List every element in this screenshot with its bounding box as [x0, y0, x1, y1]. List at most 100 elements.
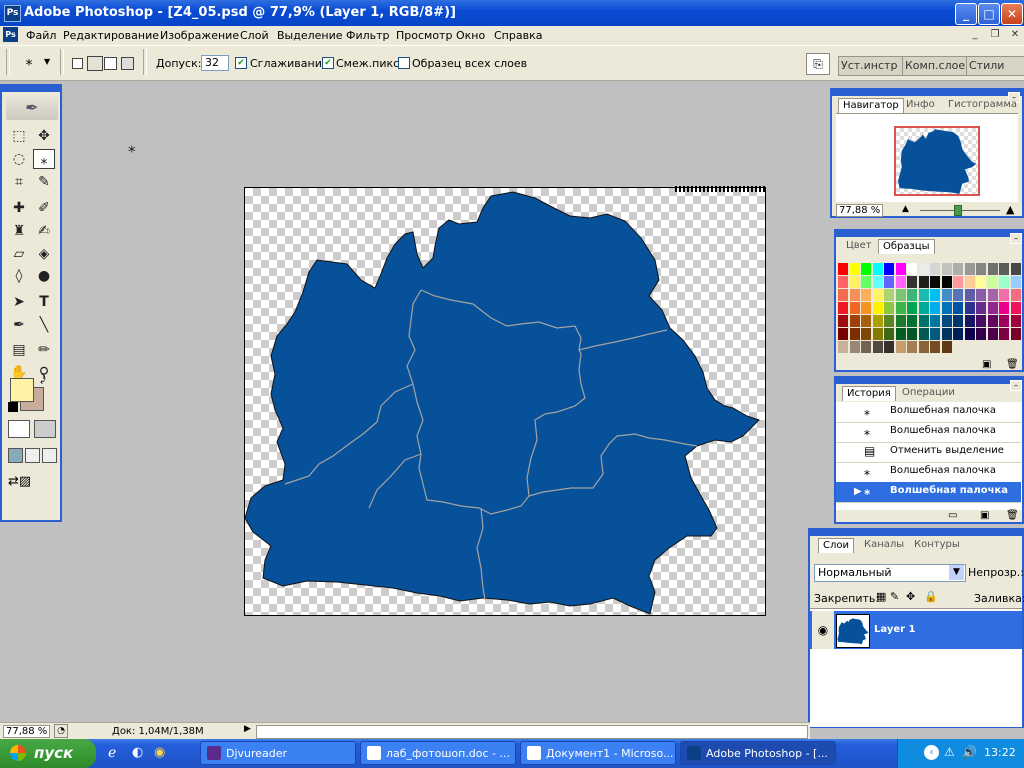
- color-swatch[interactable]: [1010, 341, 1021, 353]
- color-swatch[interactable]: [907, 276, 917, 288]
- lock-position-icon[interactable]: ✥: [906, 590, 915, 603]
- color-swatch[interactable]: [964, 328, 975, 340]
- menu-image[interactable]: Изображение: [160, 29, 239, 42]
- lock-image-icon[interactable]: ✎: [890, 590, 899, 603]
- tab-paths[interactable]: Контуры: [910, 538, 964, 552]
- color-swatch[interactable]: [987, 276, 998, 288]
- sample-all-layers-checkbox[interactable]: [398, 57, 410, 69]
- toolbox-grip[interactable]: [2, 86, 60, 92]
- color-swatch[interactable]: [849, 341, 860, 353]
- feather-logo-icon[interactable]: ✒: [6, 96, 58, 120]
- taskbar-item-djvureader[interactable]: Djvureader: [200, 741, 356, 765]
- color-swatch[interactable]: [999, 302, 1009, 314]
- color-swatch[interactable]: [941, 289, 952, 301]
- color-swatch[interactable]: [930, 302, 940, 314]
- tab-layer-comps[interactable]: Комп.слое: [902, 56, 970, 76]
- history-item[interactable]: ⁎ Волшебная палочка: [836, 422, 1021, 443]
- color-swatch[interactable]: [964, 276, 975, 288]
- color-swatch[interactable]: [895, 289, 906, 301]
- start-button[interactable]: пуск: [0, 739, 96, 768]
- path-select-icon[interactable]: ➤: [8, 292, 30, 312]
- color-swatch[interactable]: [953, 289, 963, 301]
- brush-tool-icon[interactable]: ✐: [33, 198, 55, 218]
- tab-layers[interactable]: Слои: [818, 538, 854, 553]
- pen-tool-icon[interactable]: ✒: [8, 315, 30, 335]
- history-item[interactable]: ⁎ Волшебная палочка: [836, 462, 1021, 483]
- healing-brush-icon[interactable]: ✚: [8, 198, 30, 218]
- color-swatch[interactable]: [953, 276, 963, 288]
- history-item[interactable]: ⁎ Волшебная палочка: [836, 402, 1021, 423]
- color-swatch[interactable]: [907, 341, 917, 353]
- color-swatch[interactable]: [872, 315, 883, 327]
- color-swatch[interactable]: [838, 302, 848, 314]
- lasso-tool-icon[interactable]: ◌: [8, 149, 30, 169]
- color-swatch[interactable]: [872, 289, 883, 301]
- add-to-selection-icon[interactable]: [87, 56, 103, 71]
- color-swatch[interactable]: [872, 328, 883, 340]
- color-swatch[interactable]: [953, 328, 963, 340]
- color-swatch[interactable]: [999, 276, 1009, 288]
- crop-tool-icon[interactable]: ⌗: [8, 172, 30, 192]
- tray-expand-icon[interactable]: ‹: [924, 745, 939, 760]
- marquee-tool-icon[interactable]: ⬚: [8, 126, 30, 146]
- snapshot-icon[interactable]: ▣: [980, 510, 989, 521]
- panel-grip[interactable]: [832, 90, 1022, 96]
- color-swatch[interactable]: [861, 263, 871, 275]
- color-swatch[interactable]: [895, 328, 906, 340]
- color-swatch[interactable]: [976, 289, 986, 301]
- color-swatch[interactable]: [895, 302, 906, 314]
- color-swatch[interactable]: [838, 263, 848, 275]
- color-swatch[interactable]: [849, 276, 860, 288]
- clock[interactable]: 13:22: [984, 746, 1016, 759]
- color-swatch[interactable]: [918, 263, 929, 275]
- color-swatch[interactable]: [999, 289, 1009, 301]
- color-swatch[interactable]: [918, 302, 929, 314]
- color-swatch[interactable]: [861, 276, 871, 288]
- color-swatch[interactable]: [861, 341, 871, 353]
- color-swatch[interactable]: [987, 341, 998, 353]
- color-swatch[interactable]: [999, 315, 1009, 327]
- new-swatch-icon[interactable]: ▣: [982, 359, 991, 370]
- color-swatch[interactable]: [849, 263, 860, 275]
- color-swatch[interactable]: [838, 328, 848, 340]
- tab-actions[interactable]: Операции: [898, 386, 959, 400]
- tab-histogram[interactable]: Гистограмма: [944, 98, 1021, 112]
- color-swatch[interactable]: [918, 341, 929, 353]
- color-swatch[interactable]: [861, 289, 871, 301]
- tab-color[interactable]: Цвет: [842, 239, 876, 253]
- screen-mode-full-icon[interactable]: [42, 448, 57, 463]
- tab-swatches[interactable]: Образцы: [878, 239, 935, 254]
- taskbar-item-word-doc2[interactable]: Документ1 - Microso...: [520, 741, 676, 765]
- eraser-tool-icon[interactable]: ▱: [8, 244, 30, 264]
- quick-mask-icon[interactable]: [34, 420, 56, 438]
- menu-filter[interactable]: Фильтр: [346, 29, 390, 42]
- tab-navigator[interactable]: Навигатор: [838, 98, 904, 113]
- color-swatch[interactable]: [907, 263, 917, 275]
- menu-window[interactable]: Окно: [456, 29, 485, 42]
- color-swatch[interactable]: [884, 289, 894, 301]
- color-swatch[interactable]: [838, 315, 848, 327]
- screen-mode-full-menu-icon[interactable]: [25, 448, 40, 463]
- intersect-selection-icon[interactable]: [121, 57, 134, 70]
- color-swatch[interactable]: [918, 289, 929, 301]
- history-brush-icon[interactable]: ✍: [33, 221, 55, 241]
- status-arrow-icon[interactable]: ▶: [244, 724, 254, 737]
- menu-file[interactable]: Файл: [26, 29, 56, 42]
- zoom-out-icon[interactable]: ▲: [902, 204, 909, 214]
- color-swatch[interactable]: [941, 276, 952, 288]
- color-swatch[interactable]: [930, 328, 940, 340]
- panel-grip[interactable]: [810, 530, 1022, 536]
- default-colors-icon[interactable]: [8, 402, 18, 412]
- color-swatch[interactable]: [884, 341, 894, 353]
- document-canvas[interactable]: [244, 186, 766, 616]
- color-swatch[interactable]: [964, 302, 975, 314]
- menu-view[interactable]: Просмотр: [396, 29, 452, 42]
- new-selection-icon[interactable]: [72, 58, 83, 69]
- color-swatch[interactable]: [930, 289, 940, 301]
- color-swatch[interactable]: [918, 328, 929, 340]
- color-swatch[interactable]: [849, 289, 860, 301]
- color-swatch[interactable]: [941, 341, 952, 353]
- color-swatch[interactable]: [964, 341, 975, 353]
- color-swatch[interactable]: [941, 263, 952, 275]
- zoom-slider-thumb[interactable]: [954, 205, 962, 216]
